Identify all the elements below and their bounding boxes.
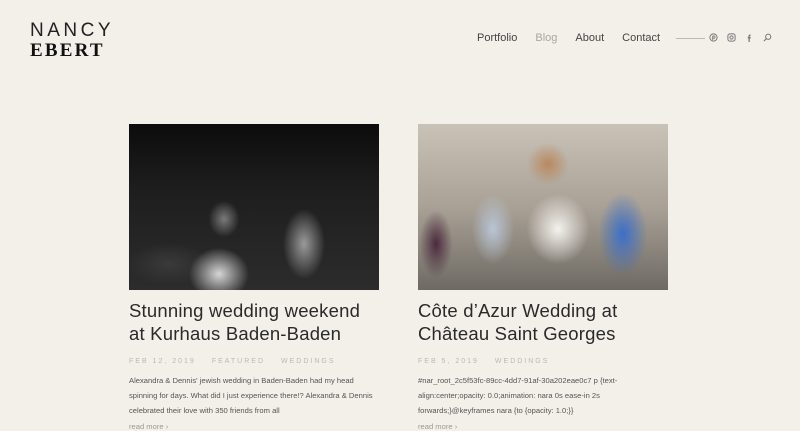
nav-blog[interactable]: Blog bbox=[535, 32, 557, 44]
facebook-icon[interactable] bbox=[745, 33, 755, 43]
post-category[interactable]: WEDDINGS bbox=[495, 358, 550, 365]
site-logo[interactable]: NANCY EBERT bbox=[30, 21, 114, 60]
post-excerpt: #nar_root_2c5f53fc-89cc-4dd7-91af-30a202… bbox=[418, 376, 618, 415]
blog-post-card: Stunning wedding weekend at Kurhaus Bade… bbox=[129, 124, 379, 431]
post-date: FEB 12, 2019 bbox=[129, 358, 196, 365]
nav-contact[interactable]: Contact bbox=[622, 32, 660, 44]
main-nav: Portfolio Blog About Contact bbox=[477, 32, 721, 44]
search-icon[interactable] bbox=[763, 33, 773, 43]
nav-portfolio[interactable]: Portfolio bbox=[477, 32, 517, 44]
blog-post-card: Côte d’Azur Wedding at Château Saint Geo… bbox=[418, 124, 668, 431]
post-meta: FEB 12, 2019 FEATURED WEDDINGS bbox=[129, 358, 379, 365]
post-thumbnail[interactable] bbox=[129, 124, 379, 290]
pinterest-icon[interactable] bbox=[709, 33, 719, 43]
nav-divider bbox=[676, 37, 706, 39]
post-date: FEB 5, 2019 bbox=[418, 358, 479, 365]
post-category[interactable]: FEATURED bbox=[212, 358, 265, 365]
post-category[interactable]: WEDDINGS bbox=[281, 358, 336, 365]
post-title[interactable]: Côte d’Azur Wedding at Château Saint Geo… bbox=[418, 299, 668, 345]
post-thumbnail[interactable] bbox=[418, 124, 668, 290]
post-title[interactable]: Stunning wedding weekend at Kurhaus Bade… bbox=[129, 299, 379, 345]
instagram-icon[interactable] bbox=[727, 33, 737, 43]
social-icons bbox=[709, 33, 773, 43]
logo-last-name: EBERT bbox=[30, 40, 105, 61]
post-meta: FEB 5, 2019 WEDDINGS bbox=[418, 358, 668, 365]
nav-about[interactable]: About bbox=[575, 32, 604, 44]
post-excerpt: Alexandra & Dennis' jewish wedding in Ba… bbox=[129, 376, 373, 415]
logo-first-name: NANCY bbox=[30, 20, 115, 41]
